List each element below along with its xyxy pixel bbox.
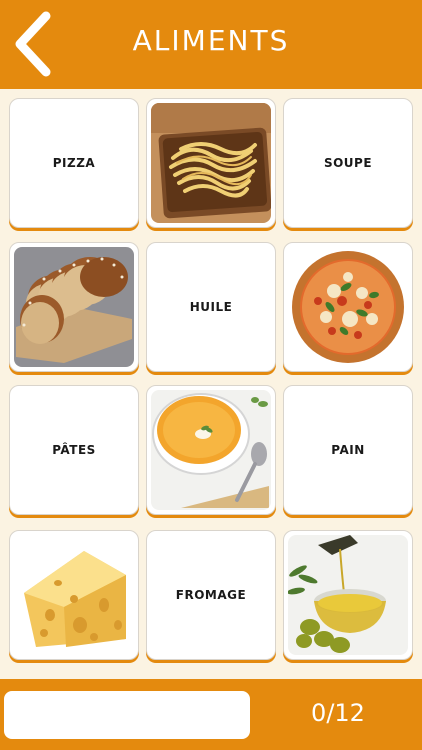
card-label: FROMAGE <box>175 588 247 602</box>
olive-oil-image <box>288 535 408 655</box>
footer-bar: 0/12 <box>0 679 422 750</box>
soup-image <box>151 390 271 510</box>
word-card-fromage[interactable]: FROMAGE <box>146 530 276 660</box>
image-card-soup[interactable] <box>146 385 276 515</box>
header-bar: ALIMENTS <box>0 0 422 89</box>
card-label: PÂTES <box>52 443 96 457</box>
word-card-huile[interactable]: HUILE <box>146 242 276 372</box>
word-card-soupe[interactable]: SOUPE <box>283 98 413 228</box>
image-card-bread[interactable] <box>9 242 139 372</box>
image-card-cheese[interactable] <box>9 530 139 660</box>
word-card-pizza[interactable]: PIZZA <box>9 98 139 228</box>
cheese-image <box>14 535 134 655</box>
image-card-pizza[interactable] <box>283 242 413 372</box>
pasta-image <box>151 103 271 223</box>
word-card-pates[interactable]: PÂTES <box>9 385 139 515</box>
pizza-image <box>288 247 408 367</box>
card-label: SOUPE <box>323 156 373 170</box>
score-counter: 0/12 <box>311 699 365 727</box>
card-label: HUILE <box>189 300 233 314</box>
image-card-pasta[interactable] <box>146 98 276 228</box>
card-label: PIZZA <box>52 156 96 170</box>
page-title: ALIMENTS <box>132 24 290 57</box>
image-card-olive-oil[interactable] <box>283 530 413 660</box>
bread-image <box>14 247 134 367</box>
card-label: PAIN <box>331 443 365 457</box>
word-card-pain[interactable]: PAIN <box>283 385 413 515</box>
card-grid: PIZZA SOUPE HUILE PÂTES PAIN FROMAGE <box>0 89 422 679</box>
answer-field[interactable] <box>4 691 250 739</box>
